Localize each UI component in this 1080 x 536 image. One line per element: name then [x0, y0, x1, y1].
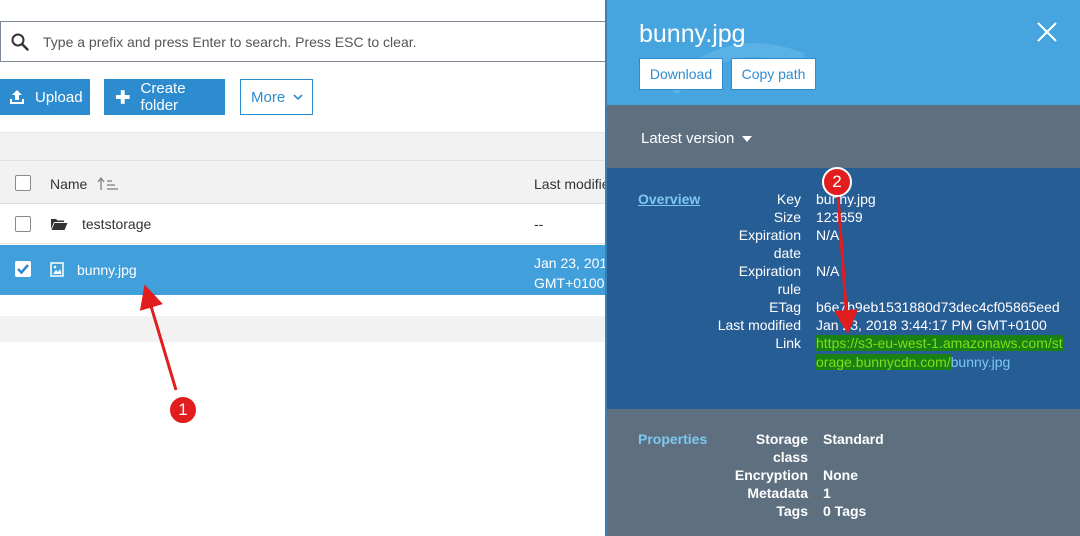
- etag-value: b6e7b9eb1531880d73dec4cf05865eed: [816, 299, 1060, 315]
- expiration-date-label-1: Expiration: [738, 227, 801, 243]
- link-label: Link: [775, 335, 801, 351]
- object-url-filename[interactable]: bunny.jpg: [951, 354, 1011, 370]
- row-modified: Jan 23, 2018 GMT+0100: [534, 253, 606, 293]
- check-icon: [17, 264, 29, 275]
- expiration-rule-label-1: Expiration: [738, 263, 801, 279]
- more-label: More: [251, 88, 286, 106]
- table-row-selected[interactable]: bunny.jpg Jan 23, 2018 GMT+0100: [0, 245, 606, 295]
- storage-class-label-1: Storage: [755, 431, 808, 447]
- properties-link[interactable]: Properties: [638, 431, 707, 447]
- table-row[interactable]: teststorage --: [0, 204, 606, 244]
- download-button[interactable]: Download: [639, 58, 723, 90]
- upload-icon: [10, 90, 24, 104]
- storage-class-value: Standard: [823, 431, 884, 447]
- create-folder-button[interactable]: Create folder: [104, 79, 225, 115]
- close-icon[interactable]: [1035, 20, 1059, 44]
- table-header: Name Last modified: [0, 160, 606, 204]
- search-input[interactable]: [43, 31, 603, 53]
- tags-value: 0 Tags: [823, 503, 867, 519]
- object-detail-panel: bunny.jpg Download Copy path Latest vers…: [605, 0, 1080, 536]
- file-name[interactable]: bunny.jpg: [77, 262, 137, 278]
- expiration-rule-value: N/A: [816, 263, 840, 279]
- storage-class-label-2: class: [772, 449, 808, 465]
- panel-header: bunny.jpg Download Copy path: [607, 0, 1080, 105]
- column-header-last-modified[interactable]: Last modified: [534, 176, 606, 192]
- folder-open-icon: [51, 219, 68, 230]
- search-icon: [11, 33, 29, 51]
- copy-path-label: Copy path: [741, 66, 806, 82]
- upload-label: Upload: [35, 88, 83, 106]
- copy-path-button[interactable]: Copy path: [731, 58, 816, 90]
- search-bar: [0, 21, 606, 62]
- object-url-highlighted[interactable]: https://s3-eu-west-1.amazonaws.com/stora…: [816, 335, 1063, 370]
- panel-title: bunny.jpg: [639, 20, 746, 48]
- encryption-label: Encryption: [734, 467, 808, 483]
- properties-section: Properties Storage class Standard Encryp…: [607, 409, 1080, 536]
- metadata-value: 1: [823, 485, 831, 501]
- row-modified-line1: Jan 23, 2018: [534, 255, 606, 271]
- select-all-checkbox[interactable]: [15, 175, 31, 191]
- version-dropdown[interactable]: Latest version: [641, 130, 753, 147]
- plus-icon: [115, 90, 130, 104]
- metadata-label: Metadata: [747, 485, 808, 501]
- row-checkbox[interactable]: [15, 216, 31, 232]
- etag-label: ETag: [769, 299, 801, 315]
- annotation-badge-2: 2: [822, 167, 852, 197]
- sort-ascending-icon[interactable]: [97, 176, 119, 192]
- download-label: Download: [649, 66, 713, 82]
- size-label: Size: [773, 209, 801, 225]
- row-modified-line2: GMT+0100: [534, 275, 605, 291]
- file-browser: Upload Create folder More Name Last modi…: [0, 0, 606, 536]
- tags-label: Tags: [776, 503, 808, 519]
- version-label: Latest version: [641, 130, 735, 147]
- create-folder-label: Create folder: [140, 80, 186, 114]
- expiration-date-value: N/A: [816, 227, 840, 243]
- chevron-down-icon: [293, 93, 303, 100]
- annotation-badge-1: 1: [168, 395, 198, 425]
- key-label: Key: [776, 191, 801, 207]
- object-url-link[interactable]: https://s3-eu-west-1.amazonaws.com/stora…: [816, 334, 1066, 372]
- table-footer-band: [0, 316, 606, 342]
- table-toolbar-band: [0, 133, 606, 160]
- column-header-name[interactable]: Name: [50, 176, 87, 192]
- image-file-icon: [50, 262, 64, 277]
- overview-section: Overview Key bunny.jpg Size 123659 Expir…: [607, 168, 1080, 409]
- overview-link[interactable]: Overview: [638, 191, 700, 207]
- row-modified: --: [534, 216, 544, 232]
- last-modified-label: Last modified: [717, 317, 801, 333]
- expiration-date-label-2: date: [773, 245, 801, 261]
- caret-down-icon: [742, 135, 753, 142]
- upload-button[interactable]: Upload: [0, 79, 90, 115]
- size-value: 123659: [816, 209, 863, 225]
- encryption-value: None: [823, 467, 858, 483]
- expiration-rule-label-2: rule: [777, 281, 801, 297]
- row-checkbox-checked[interactable]: [15, 261, 31, 277]
- last-modified-value: Jan 23, 2018 3:44:17 PM GMT+0100: [816, 317, 1047, 333]
- folder-name[interactable]: teststorage: [82, 216, 151, 232]
- more-dropdown-button[interactable]: More: [240, 79, 313, 115]
